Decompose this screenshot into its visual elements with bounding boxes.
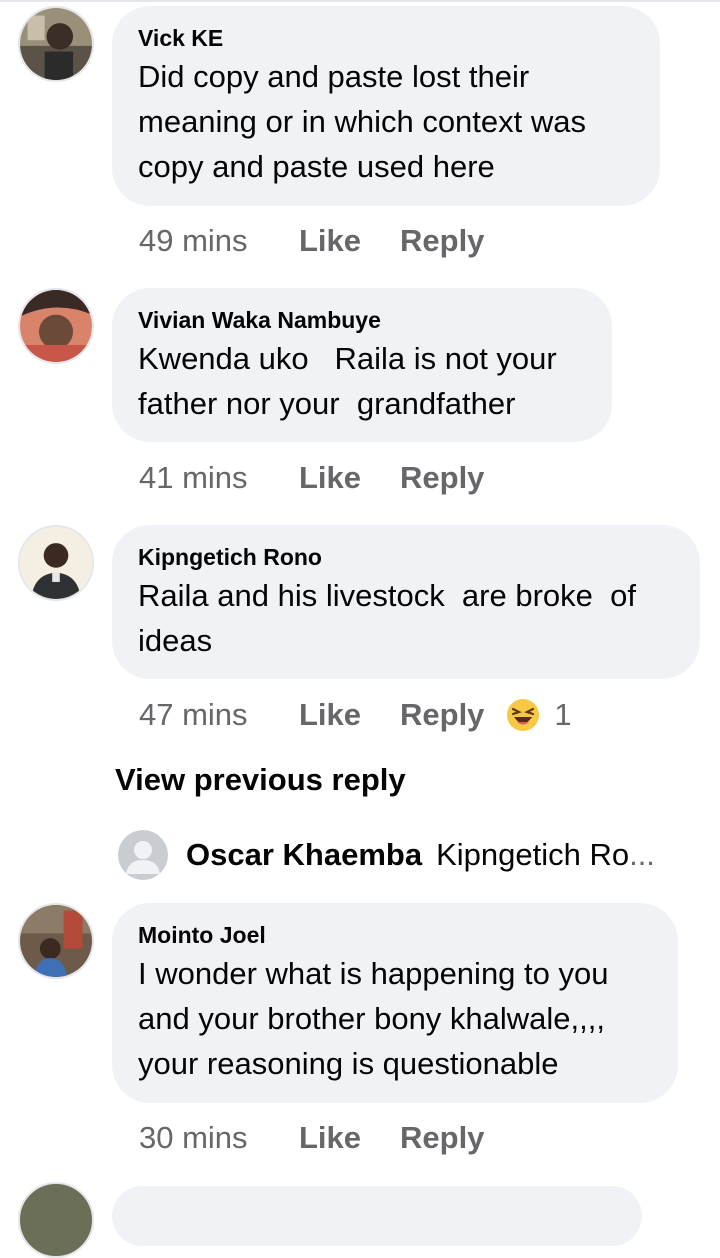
comment-text: I wonder what is happening to you and yo… [138,956,609,1081]
comment-time: 47 mins [139,697,248,732]
comment-text: Kwenda uko Raila is not your father nor … [138,341,557,421]
comment-meta: 47 mins Like Reply 1 [139,693,572,737]
comment-text: Did copy and paste lost their meaning or… [138,59,587,184]
view-previous-reply-link[interactable]: View previous reply [115,762,406,798]
reply-preview[interactable]: Oscar Khaemba Kipngetich Ro... [118,829,655,881]
comment-text: Raila and his livestock are broke of ide… [138,578,636,658]
comment-bubble: Vivian Waka Nambuye Kwenda uko Raila is … [112,288,612,442]
avatar-kipngetich-rono[interactable] [18,525,94,601]
avatar-mointo-joel[interactable] [18,903,94,979]
reply-button[interactable]: Reply [400,456,484,500]
comment-time: 49 mins [139,223,248,258]
comment-author[interactable]: Mointo Joel [138,921,652,949]
comment-author[interactable]: Vick KE [138,24,634,52]
default-avatar-icon [118,830,168,880]
comment-time: 41 mins [139,460,248,495]
reply-button[interactable]: Reply [400,219,484,263]
reply-ellipsis: ... [629,837,655,872]
avatar-next-comment[interactable] [18,1182,94,1258]
avatar-photo-icon [20,527,92,599]
comment-time: 30 mins [139,1120,248,1155]
comment-author[interactable]: Vivian Waka Nambuye [138,306,586,334]
comment-meta: 41 mins Like Reply [139,456,484,500]
comment-author[interactable]: Kipngetich Rono [138,543,674,571]
like-button[interactable]: Like [299,693,400,737]
comment-bubble: Mointo Joel I wonder what is happening t… [112,903,678,1103]
laughing-emoji-icon [507,699,540,731]
like-button[interactable]: Like [299,1116,400,1160]
top-divider [0,0,720,2]
reply-author: Oscar Khaemba [186,837,423,872]
avatar-vick-ke[interactable] [18,6,94,82]
reaction-summary[interactable]: 1 [506,693,572,737]
reply-button[interactable]: Reply [400,1116,484,1160]
like-button[interactable]: Like [299,219,400,263]
reaction-count: 1 [554,697,572,732]
comment-bubble-next [112,1186,642,1246]
avatar-photo-icon [20,8,92,80]
avatar-photo-icon [20,290,92,362]
like-button[interactable]: Like [299,456,400,500]
reply-button[interactable]: Reply [400,693,484,737]
avatar-vivian-waka-nambuye[interactable] [18,288,94,364]
reply-snippet: Kipngetich Ro [436,837,630,872]
comment-bubble: Kipngetich Rono Raila and his livestock … [112,525,700,679]
comment-bubble: Vick KE Did copy and paste lost their me… [112,6,660,206]
comment-meta: 49 mins Like Reply [139,219,484,263]
comment-meta: 30 mins Like Reply [139,1116,484,1160]
avatar-photo-icon [20,905,92,977]
